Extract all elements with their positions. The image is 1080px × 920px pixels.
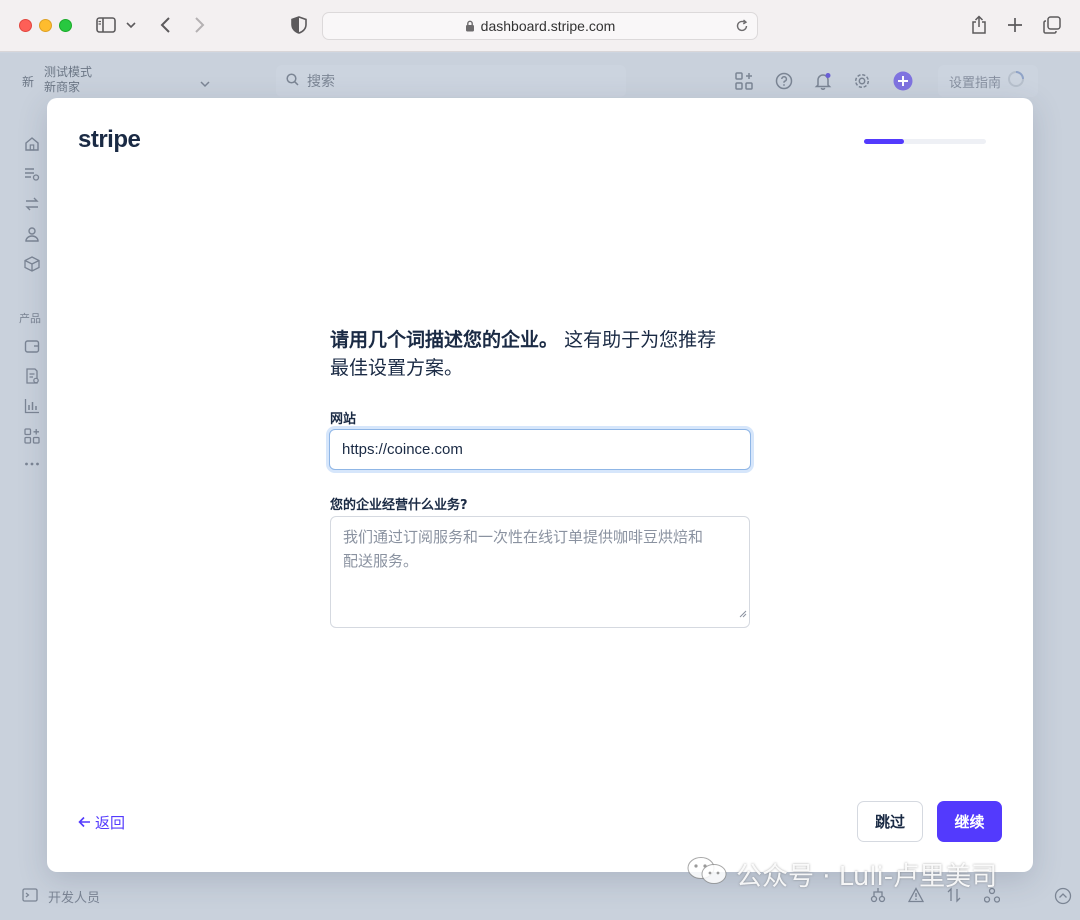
back-link[interactable]: 返回 bbox=[78, 812, 125, 833]
new-tab-plus-icon[interactable] bbox=[1005, 15, 1025, 35]
onboarding-modal: stripe 请用几个词描述您的企业。 这有助于为您推荐 最佳设置方案。 网站 … bbox=[47, 98, 1033, 872]
chevron-down-icon[interactable] bbox=[124, 18, 138, 32]
settings-gear-icon[interactable] bbox=[851, 70, 873, 92]
setup-guide-button[interactable]: 设置指南 bbox=[938, 65, 1038, 97]
balances-list-icon[interactable] bbox=[22, 164, 42, 184]
account-switcher[interactable]: 新 测试模式 新商家 bbox=[22, 65, 92, 95]
website-input-value: https://coince.com bbox=[342, 441, 463, 458]
create-plus-icon[interactable] bbox=[892, 70, 914, 92]
arrow-left-icon bbox=[78, 814, 91, 832]
browser-titlebar: dashboard.stripe.com bbox=[0, 0, 1080, 52]
wechat-watermark: 公众号 · Luli-卢里美司 bbox=[686, 856, 997, 893]
share-icon[interactable] bbox=[968, 13, 990, 37]
forward-arrow-icon[interactable] bbox=[190, 14, 210, 36]
search-placeholder: 搜索 bbox=[307, 74, 335, 90]
website-label: 网站 bbox=[330, 412, 357, 427]
back-label: 返回 bbox=[95, 814, 126, 832]
more-ellipsis-icon[interactable] bbox=[22, 454, 42, 474]
lock-icon bbox=[465, 20, 475, 32]
back-arrow-icon[interactable] bbox=[155, 14, 175, 36]
chevron-down-icon[interactable] bbox=[200, 73, 210, 92]
home-icon[interactable] bbox=[22, 134, 42, 154]
collapse-chevron-up-icon[interactable] bbox=[1054, 887, 1072, 909]
continue-button[interactable]: 继续 bbox=[937, 801, 1002, 842]
address-bar[interactable]: dashboard.stripe.com bbox=[322, 12, 758, 40]
onboarding-progress-fill bbox=[864, 139, 905, 144]
search-icon bbox=[286, 72, 299, 90]
dashboard-search[interactable]: 搜索 bbox=[276, 65, 626, 97]
reports-chart-icon[interactable] bbox=[22, 396, 42, 416]
payments-wallet-icon[interactable] bbox=[22, 336, 42, 356]
progress-ring-icon bbox=[1007, 70, 1025, 92]
products-box-icon[interactable] bbox=[22, 254, 42, 274]
privacy-shield-icon[interactable] bbox=[288, 14, 310, 36]
sidebar-toggle-icon[interactable] bbox=[95, 15, 117, 35]
transactions-arrows-icon[interactable] bbox=[22, 194, 42, 214]
account-badge: 新 bbox=[22, 75, 35, 89]
form-heading: 请用几个词描述您的企业。 这有助于为您推荐 最佳设置方案。 bbox=[330, 326, 752, 382]
business-description-label: 您的企业经营什么业务? bbox=[330, 498, 468, 513]
help-icon[interactable] bbox=[773, 70, 795, 92]
more-apps-grid-icon[interactable] bbox=[22, 426, 42, 446]
url-text: dashboard.stripe.com bbox=[480, 18, 616, 34]
billing-document-icon[interactable] bbox=[22, 366, 42, 386]
products-section-label: 产品 bbox=[19, 312, 41, 325]
close-window-button[interactable] bbox=[19, 19, 32, 32]
notification-bell-icon[interactable] bbox=[812, 70, 834, 92]
resize-handle-icon[interactable] bbox=[739, 601, 747, 625]
customers-person-icon[interactable] bbox=[22, 224, 42, 244]
form-heading-bold: 请用几个词描述您的企业。 bbox=[330, 329, 559, 351]
minimize-window-button[interactable] bbox=[39, 19, 52, 32]
watermark-text: 公众号 · Luli-卢里美司 bbox=[736, 862, 998, 892]
business-placeholder-line2: 配送服务。 bbox=[343, 552, 419, 570]
terminal-icon bbox=[22, 887, 38, 906]
onboarding-progress-bar bbox=[864, 139, 986, 144]
skip-button[interactable]: 跳过 bbox=[857, 801, 923, 842]
website-input[interactable]: https://coince.com bbox=[329, 429, 751, 470]
tab-overview-icon[interactable] bbox=[1042, 15, 1062, 35]
developers-label: 开发人员 bbox=[48, 891, 101, 906]
business-placeholder-line1: 我们通过订阅服务和一次性在线订单提供咖啡豆烘焙和 bbox=[343, 528, 704, 546]
account-name: 新商家 bbox=[44, 80, 81, 94]
apps-grid-icon[interactable] bbox=[733, 70, 755, 92]
business-info-form: 请用几个词描述您的企业。 这有助于为您推荐 最佳设置方案。 网站 https:/… bbox=[329, 326, 752, 628]
account-mode: 测试模式 bbox=[44, 65, 93, 79]
developers-link[interactable]: 开发人员 bbox=[22, 887, 100, 906]
wechat-icon bbox=[686, 856, 728, 893]
setup-guide-label: 设置指南 bbox=[949, 75, 1002, 91]
reload-icon[interactable] bbox=[735, 19, 749, 33]
form-heading-line2: 最佳设置方案。 bbox=[330, 357, 464, 379]
stripe-logo: stripe bbox=[78, 126, 141, 153]
form-heading-rest: 这有助于为您推荐 bbox=[564, 329, 717, 351]
zoom-window-button[interactable] bbox=[59, 19, 72, 32]
business-description-textarea[interactable]: 我们通过订阅服务和一次性在线订单提供咖啡豆烘焙和 配送服务。 bbox=[330, 516, 750, 628]
